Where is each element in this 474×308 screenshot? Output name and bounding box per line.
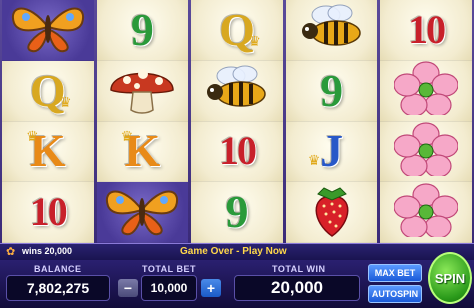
reel-4-cell-3: J ♛	[285, 121, 378, 183]
balance-label: BALANCE	[34, 264, 82, 274]
reel-4: 9 J ♛	[285, 0, 378, 243]
game-over-link[interactable]: Game Over - Play Now	[180, 246, 287, 257]
reel-5: 10	[380, 0, 472, 243]
symbol-9: 9	[130, 3, 154, 55]
reel-3-cell-3: 10	[191, 121, 283, 183]
increase-bet-button[interactable]: +	[201, 279, 221, 297]
butterfly-icon: ✿	[6, 246, 16, 258]
reel-1-cell-3: K ♛	[2, 121, 94, 183]
flower-icon	[393, 122, 459, 181]
balance-value: 7,802,275	[6, 275, 110, 301]
reel-1-cell-2: Q ♛	[2, 60, 94, 122]
crown-icon: ♛	[307, 152, 321, 169]
total-bet-value: 10,000	[141, 275, 197, 301]
symbol-9: 9	[225, 186, 249, 238]
total-win-value: 20,000	[234, 275, 360, 301]
total-bet-label: TOTAL BET	[142, 264, 196, 274]
status-bar: ✿ wins 20,000 Game Over - Play Now	[0, 243, 474, 260]
flower-icon	[393, 61, 459, 120]
reel-3-cell-1: Q ♛	[191, 0, 283, 61]
reel-5-cell-1: 10	[380, 0, 472, 61]
reel-2-cell-3: K ♛	[96, 121, 189, 183]
total-win-label: TOTAL WIN	[272, 264, 326, 274]
symbol-10: 10	[29, 189, 68, 235]
reel-1: Q ♛ K ♛ 10	[2, 0, 94, 243]
symbol-10: 10	[218, 128, 257, 174]
butterfly-icon	[102, 184, 182, 241]
control-panel: BALANCE 7,802,275 TOTAL BET − 10,000 + T…	[0, 260, 474, 308]
reel-4-cell-2: 9	[285, 60, 378, 122]
reel-2-cell-2	[96, 60, 189, 122]
max-bet-button[interactable]: MAX BET	[368, 264, 422, 282]
strawberry-icon	[304, 182, 360, 242]
reel-2-cell-1: 9	[96, 0, 189, 61]
butterfly-icon	[8, 1, 88, 58]
flower-icon	[393, 183, 459, 242]
symbol-j: J	[320, 125, 344, 177]
reel-4-cell-1	[285, 0, 378, 61]
reel-2: 9 K ♛	[96, 0, 189, 243]
crown-icon: ♛	[26, 127, 39, 144]
reel-4-cell-4	[285, 182, 378, 243]
reel-3-cell-4: 9	[191, 182, 283, 243]
spin-button[interactable]: SPIN	[428, 252, 472, 304]
crown-icon: ♛	[59, 93, 72, 110]
reels-area: Q ♛ K ♛ 10 9 K ♛ Q ♛ 10 9 9 J ♛ 10	[0, 0, 474, 243]
reel-5-cell-3	[380, 121, 472, 183]
wins-text: wins 20,000	[22, 246, 73, 256]
symbol-9: 9	[320, 64, 344, 116]
reel-5-cell-4	[380, 182, 472, 243]
reel-3: Q ♛ 10 9	[191, 0, 283, 243]
autospin-button[interactable]: AUTOSPIN	[368, 285, 422, 303]
symbol-10: 10	[408, 6, 446, 52]
reel-3-cell-2	[191, 60, 283, 122]
crown-icon: ♛	[120, 127, 134, 144]
decrease-bet-button[interactable]: −	[118, 279, 138, 297]
reel-1-cell-1	[2, 0, 94, 61]
mushroom-icon	[107, 62, 177, 119]
reel-2-cell-4	[96, 182, 189, 243]
reel-1-cell-4: 10	[2, 182, 94, 243]
bee-icon	[201, 62, 273, 119]
crown-icon: ♛	[248, 32, 261, 49]
bee-icon	[296, 1, 368, 58]
reel-5-cell-2	[380, 60, 472, 122]
